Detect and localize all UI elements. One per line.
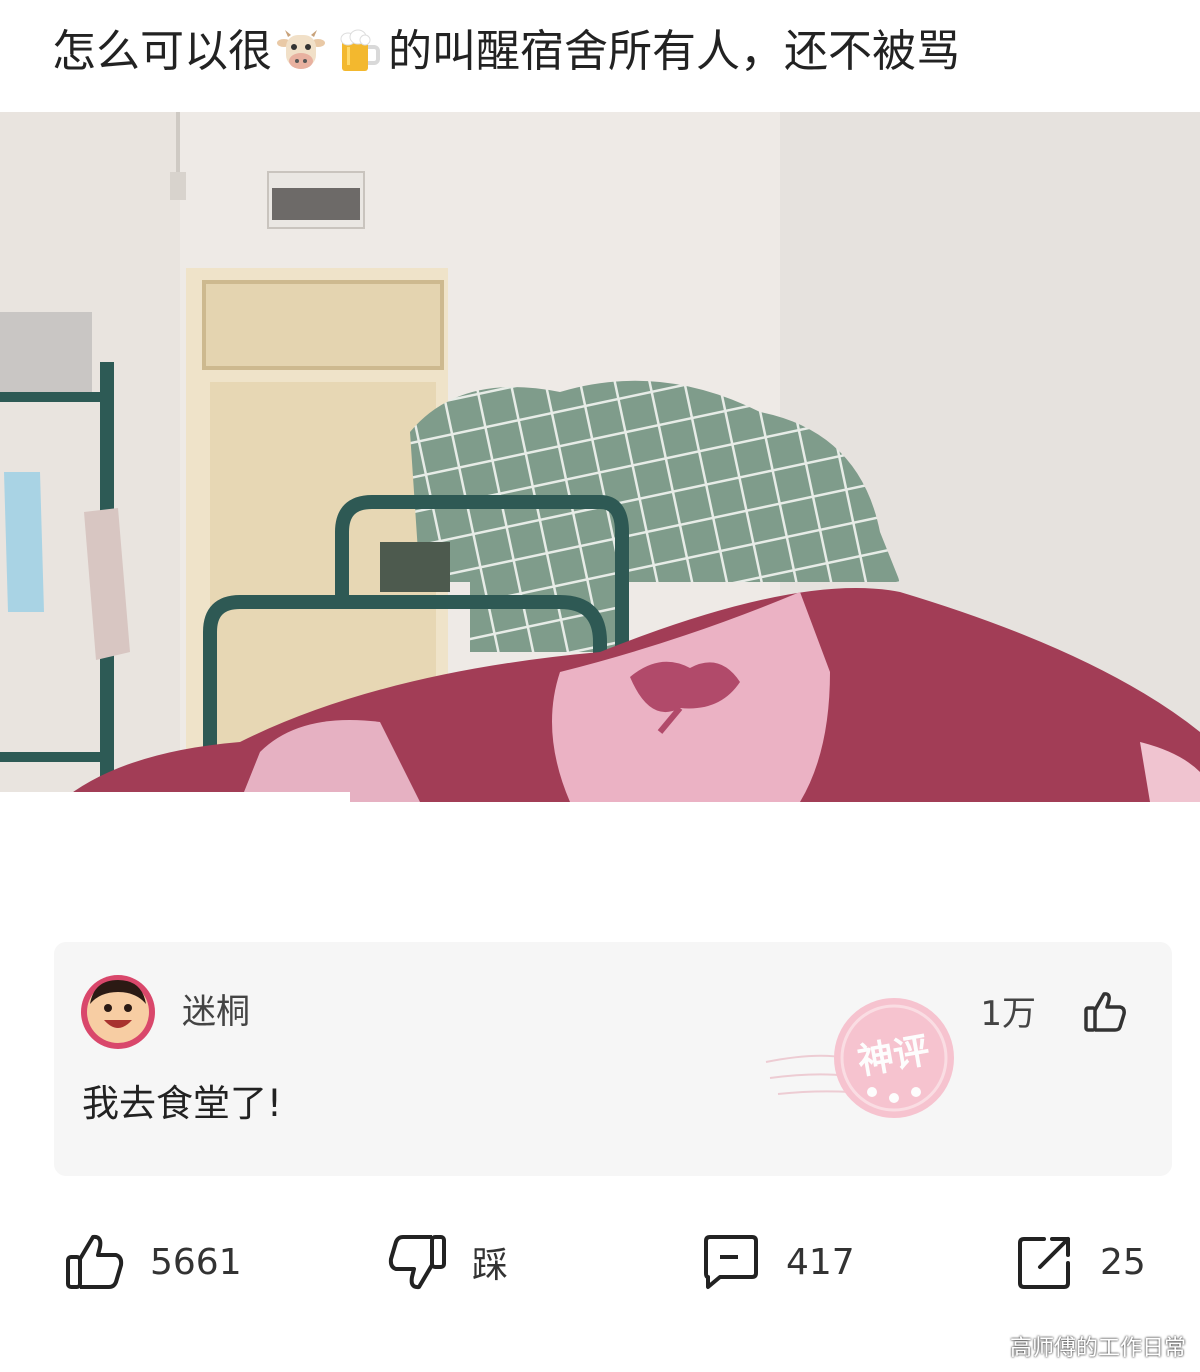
- comment-thumbs-up-icon[interactable]: [1082, 988, 1128, 1034]
- commenter-name[interactable]: 迷桐: [182, 992, 250, 1032]
- watermark: 高师傅的工作日常: [1009, 1336, 1186, 1361]
- comment-count: 417: [786, 1241, 855, 1283]
- comment-bubble-icon: [704, 1235, 758, 1289]
- dorm-room-image: [0, 112, 1200, 802]
- post-title-part-1: 怎么可以很: [52, 26, 272, 77]
- like-button[interactable]: 5661: [64, 1222, 242, 1302]
- post-action-bar: 5661 踩 417 25: [0, 1222, 1200, 1302]
- cow-face-icon: [277, 30, 325, 69]
- post-title-part-2: 的叫醒宿舍所有人，还不被骂: [388, 26, 960, 77]
- share-button[interactable]: 25: [1014, 1222, 1146, 1302]
- thumbs-up-icon: [66, 1234, 124, 1289]
- dislike-label: 踩: [472, 1245, 509, 1286]
- top-comment-stamp-icon: 神评: [765, 998, 954, 1118]
- comment-like-count: 1万: [980, 994, 1036, 1034]
- share-count: 25: [1100, 1241, 1146, 1283]
- like-count: 5661: [150, 1241, 242, 1283]
- avatar[interactable]: [80, 974, 156, 1050]
- thumbs-down-icon: [388, 1235, 446, 1290]
- post-title: 怎么可以很 的叫醒宿舍所有人，还不被骂: [52, 20, 1172, 84]
- top-comment-card[interactable]: 迷桐 我去食堂了! 神评 1万: [54, 942, 1172, 1176]
- comment-button[interactable]: 417: [700, 1222, 855, 1302]
- comment-text: 我去食堂了!: [82, 1082, 282, 1125]
- post-photo[interactable]: [0, 112, 1200, 802]
- dislike-button[interactable]: 踩: [386, 1222, 508, 1302]
- post-page: 怎么可以很 的叫醒宿舍所有人，还不被骂 迷桐 我去食堂了! 神评 1万 5661…: [0, 0, 1200, 1372]
- beer-mug-icon: [340, 29, 380, 71]
- share-icon: [1018, 1237, 1070, 1289]
